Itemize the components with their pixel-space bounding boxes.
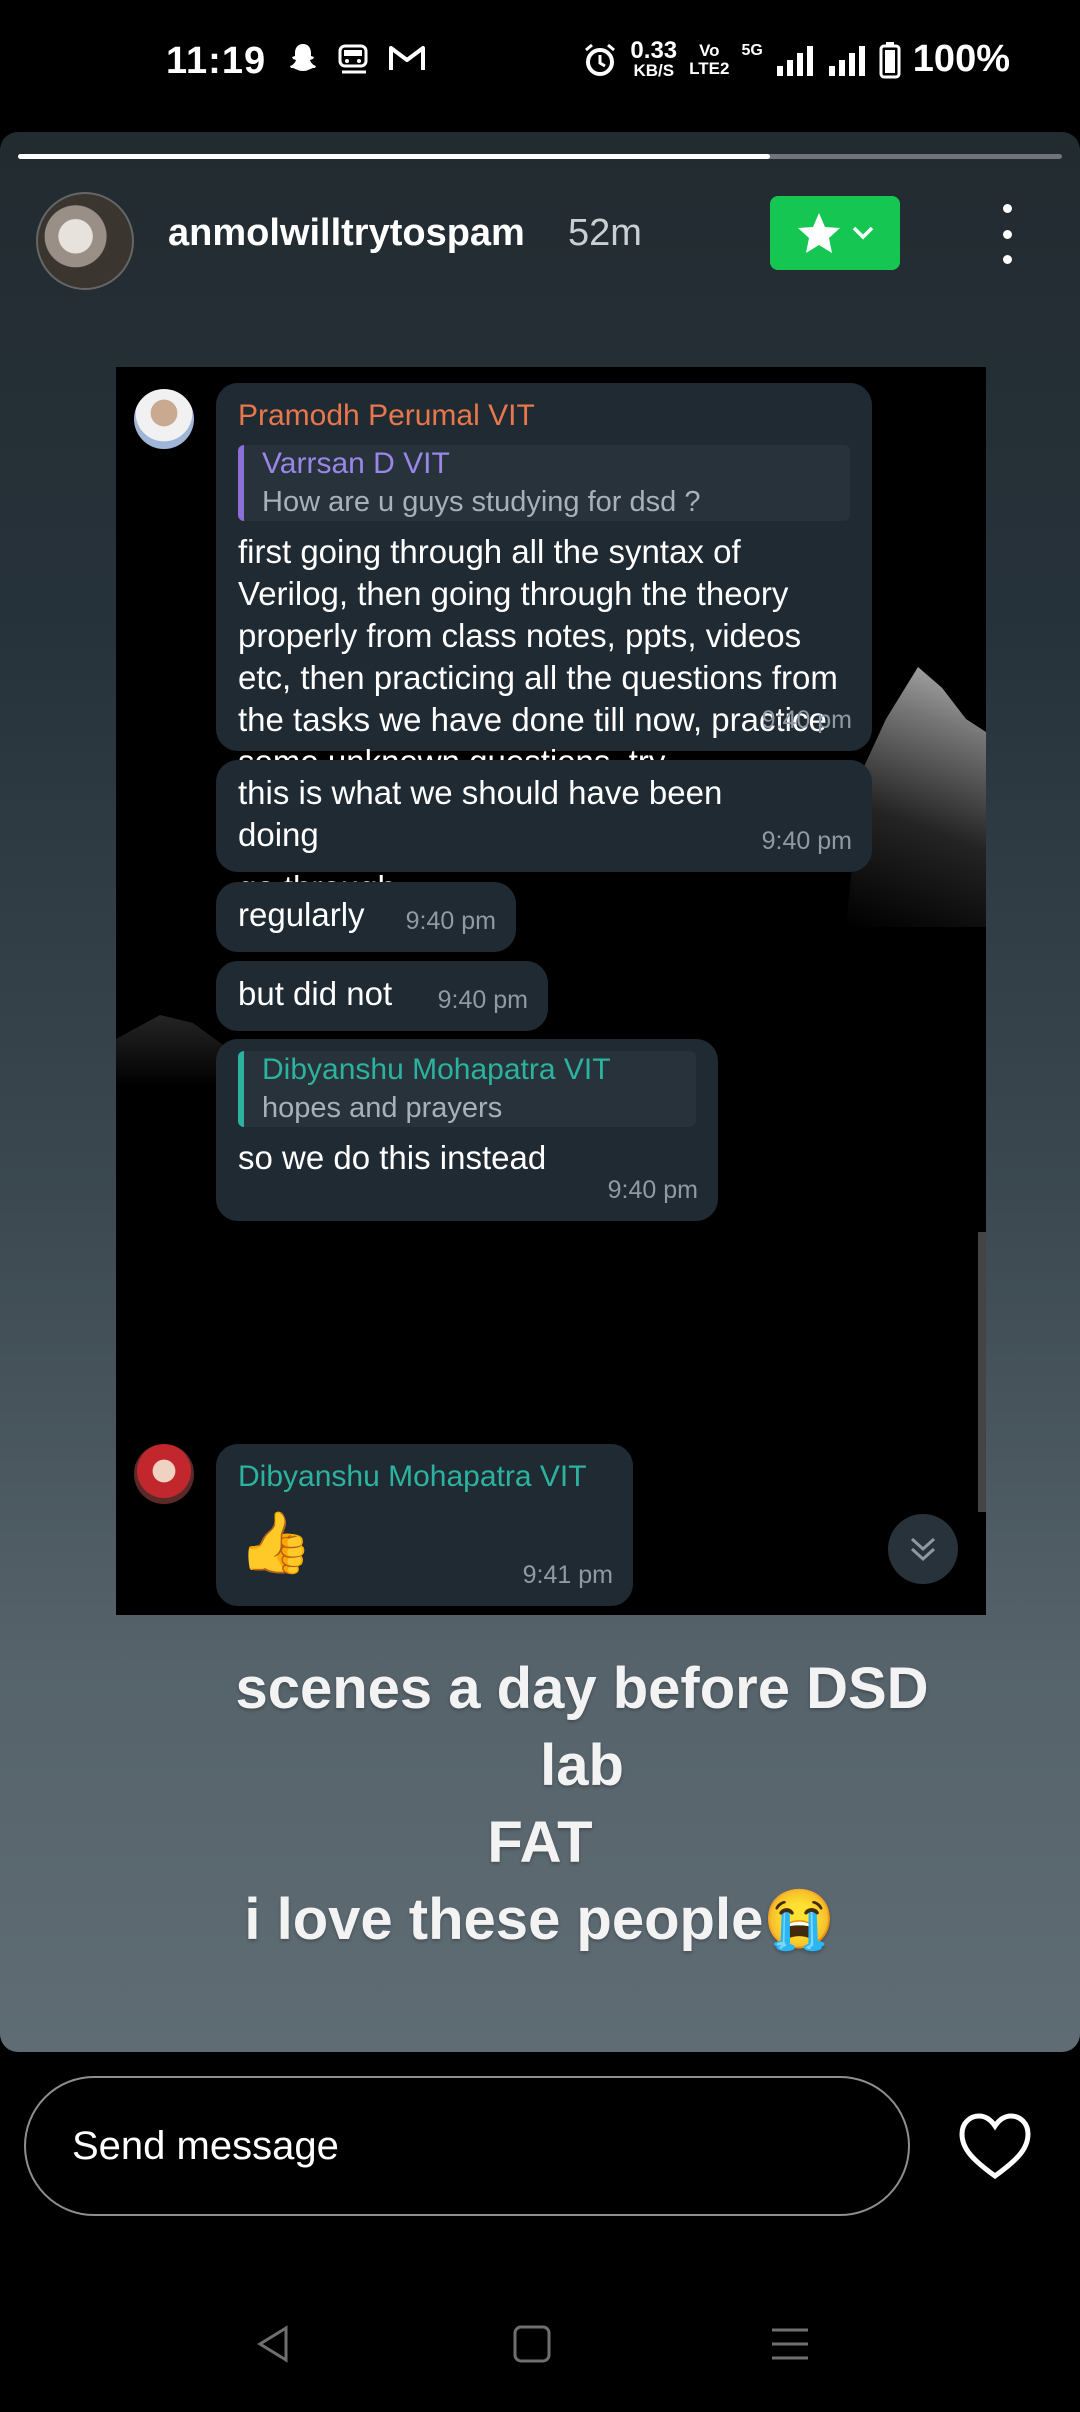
chevron-down-icon (852, 226, 874, 240)
train-icon (338, 44, 368, 74)
reply-text: How are u guys studying for dsd ? (262, 486, 701, 518)
close-friends-button[interactable] (770, 196, 900, 270)
message-time: 9:41 pm (522, 1561, 613, 1589)
chat-scrollbar (978, 1232, 986, 1512)
story-username[interactable]: anmolwilltrytospam (168, 212, 525, 255)
reply-sender: Dibyanshu Mohapatra VIT (262, 1053, 611, 1086)
heart-icon[interactable] (958, 2112, 1032, 2180)
reply-sender: Varrsan D VIT (262, 447, 450, 480)
chat-message: this is what we should have been doing 9… (216, 760, 872, 872)
story-caption: scenes a day before DSD lab FAT i love t… (150, 1650, 930, 1958)
profile-avatar[interactable] (36, 192, 134, 290)
story-progress-bar (18, 154, 1062, 159)
system-nav-bar (0, 2300, 1080, 2390)
signal-icon-2 (828, 45, 865, 76)
caption-line: scenes a day before DSD lab (235, 1656, 929, 1798)
story-time-ago: 52m (568, 212, 642, 254)
notification-icons (286, 40, 426, 76)
message-sender: Pramodh Perumal VIT (238, 399, 535, 432)
background-ridge (116, 1015, 226, 1087)
net-speed: 0.33 KB/S (630, 36, 678, 80)
message-time: 9:40 pm (405, 907, 496, 935)
more-dot (1002, 255, 1012, 264)
message-time: 9:40 pm (761, 827, 852, 855)
double-chevron-down-icon (910, 1537, 936, 1562)
back-icon[interactable] (252, 2322, 296, 2366)
status-time: 11:19 (166, 40, 267, 82)
caption-line: FAT (487, 1810, 593, 1875)
star-icon (798, 213, 840, 253)
chat-message: regularly 9:40 pm (216, 882, 516, 952)
reply-quote: Varrsan D VIT How are u guys studying fo… (238, 445, 850, 521)
reply-text: hopes and prayers (262, 1092, 503, 1124)
status-right-icons: 0.33 KB/S Vo LTE2 5G 100% (582, 38, 1010, 81)
reply-quote: Dibyanshu Mohapatra VIT hopes and prayer… (238, 1051, 696, 1127)
send-message-input[interactable]: Send message (24, 2076, 910, 2216)
more-options-button[interactable] (992, 204, 1022, 264)
volte-indicator: Vo LTE2 (689, 40, 730, 78)
recents-icon[interactable] (768, 2322, 812, 2366)
network-type: 5G (741, 42, 763, 59)
sender-avatar (134, 389, 194, 449)
story-card[interactable]: anmolwilltrytospam 52m Pramodh Perumal V… (0, 132, 1080, 2052)
send-message-placeholder: Send message (72, 2123, 339, 2168)
scroll-down-button (888, 1514, 958, 1584)
signal-icon-1 (776, 45, 813, 76)
chat-message: Dibyanshu Mohapatra VIT 👍 9:41 pm (216, 1444, 633, 1606)
sender-avatar (134, 1444, 194, 1504)
chat-message: Dibyanshu Mohapatra VIT hopes and prayer… (216, 1039, 718, 1221)
status-bar: 11:19 0.33 KB/S Vo LTE2 5G 100% (0, 0, 1080, 130)
chat-message: Pramodh Perumal VIT Varrsan D VIT How ar… (216, 383, 872, 906)
message-text: this is what we should have been doing (238, 774, 723, 853)
battery-icon (879, 41, 901, 78)
story-progress-fill (18, 154, 770, 159)
chat-screenshot: Pramodh Perumal VIT Varrsan D VIT How ar… (116, 367, 986, 1615)
battery-percent: 100% (912, 38, 1010, 80)
message-time: 9:40 pm (607, 1176, 698, 1204)
snapchat-icon (290, 44, 316, 71)
message-time: 9:40 pm (437, 986, 528, 1014)
message-time: 9:40 pm (761, 706, 852, 734)
home-icon[interactable] (510, 2322, 554, 2366)
message-sender: Dibyanshu Mohapatra VIT (238, 1460, 587, 1493)
chat-message: but did not 9:40 pm (216, 961, 548, 1031)
alarm-icon (585, 43, 616, 76)
more-dot (1002, 204, 1012, 213)
caption-line: i love these people😭 (244, 1887, 836, 1952)
more-dot (1002, 229, 1012, 239)
gmail-icon (389, 46, 425, 70)
